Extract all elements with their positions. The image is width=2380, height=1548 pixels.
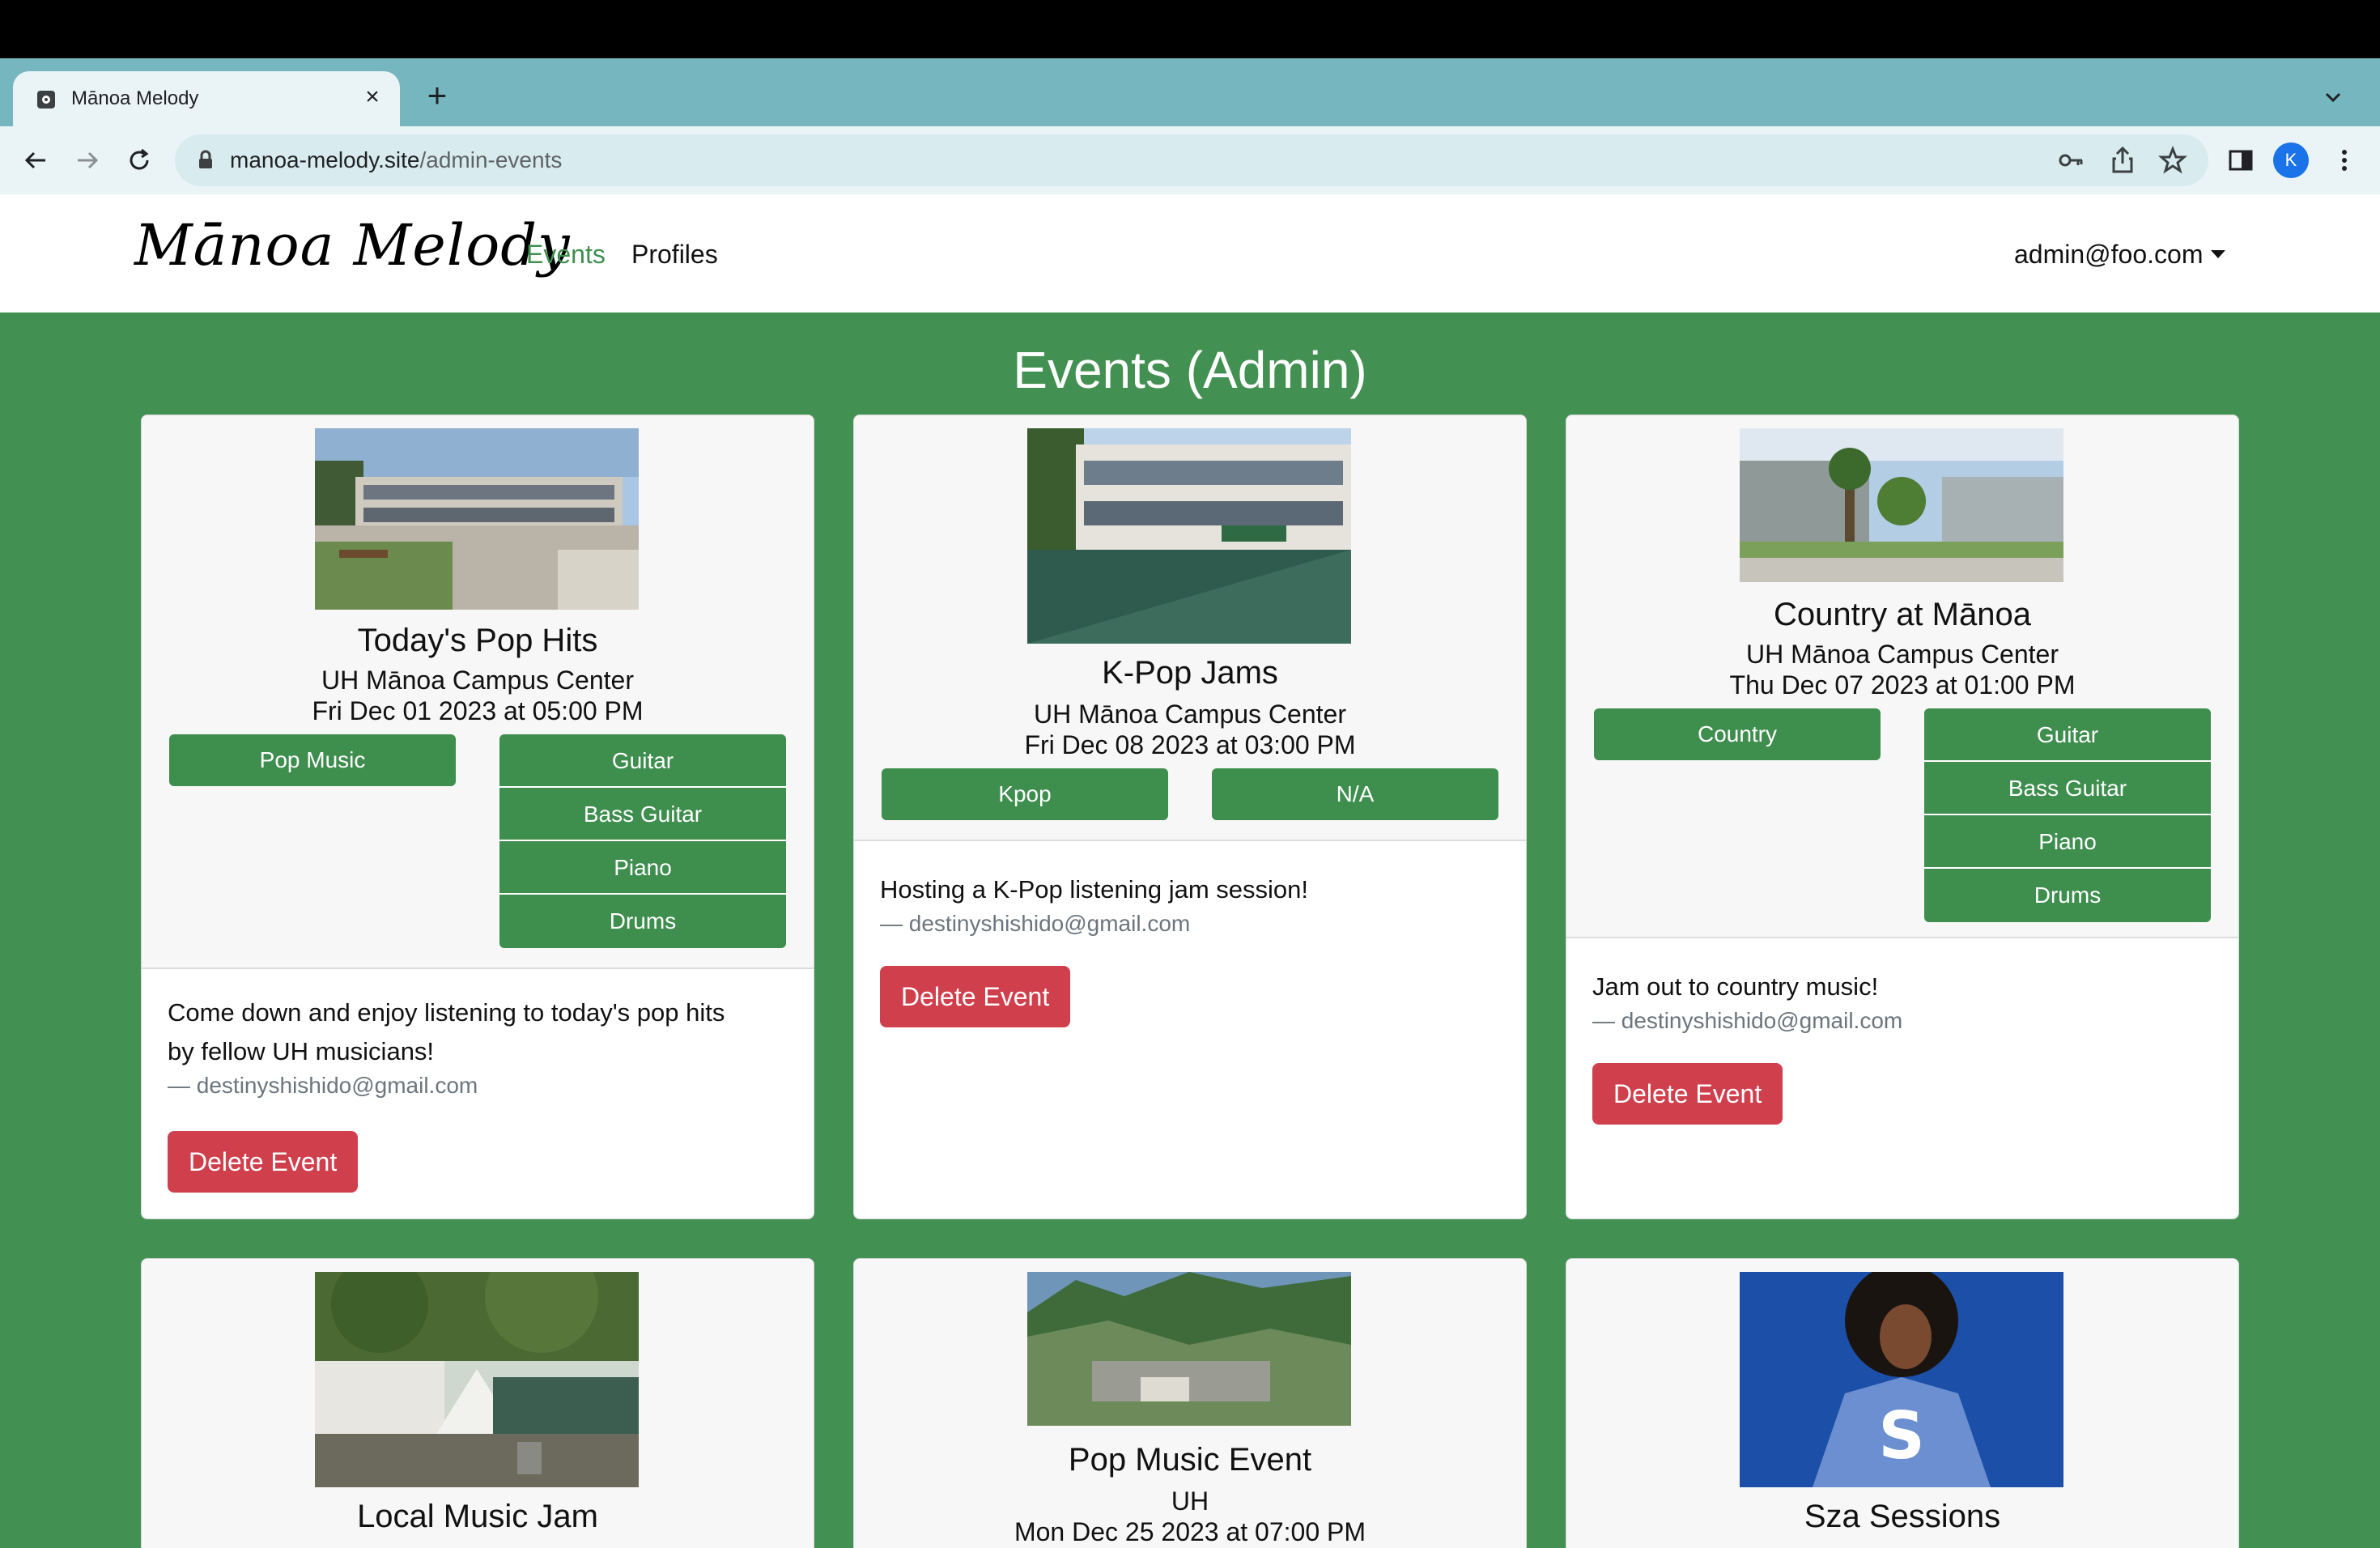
instrument-badge: N/A <box>1212 768 1498 820</box>
event-location: UH Mānoa Campus Center <box>1746 640 2059 669</box>
tab-title: Mānoa Melody <box>71 87 199 109</box>
event-title: K-Pop Jams <box>1102 655 1278 691</box>
instrument-badge: Drums <box>1924 869 2211 922</box>
event-card-header: S Sza Sessions <box>1566 1259 2238 1548</box>
event-title: Sza Sessions <box>1804 1499 2001 1534</box>
address-bar[interactable]: manoa-melody.site/admin-events <box>175 134 2208 186</box>
back-icon[interactable] <box>16 141 55 180</box>
instrument-badge: Bass Guitar <box>499 788 786 841</box>
genre-badge: Pop Music <box>169 734 456 786</box>
instrument-badge: Guitar <box>1924 708 2211 762</box>
window-top-bar <box>0 0 2380 58</box>
site-favicon-icon <box>37 91 55 108</box>
brand-logo[interactable]: Mānoa Melody <box>134 212 571 279</box>
forward-icon[interactable] <box>68 141 107 180</box>
tab-search-chevron-icon[interactable] <box>2318 83 2348 112</box>
page-content: Mānoa Melody Events Profiles admin@foo.c… <box>0 194 2380 1548</box>
nav-link-profiles[interactable]: Profiles <box>631 240 718 270</box>
instrument-badge: Drums <box>499 895 786 948</box>
tab-strip: Mānoa Melody × + <box>0 58 2380 126</box>
event-location: UH Mānoa Campus Center <box>321 666 634 695</box>
event-image <box>315 428 639 610</box>
event-card: Today's Pop Hits UH Mānoa Campus Center … <box>141 415 814 1219</box>
delete-event-button[interactable]: Delete Event <box>168 1131 359 1193</box>
event-datetime: Fri Dec 08 2023 at 03:00 PM <box>1024 730 1356 759</box>
event-author: — destinyshishido@gmail.com <box>880 911 1191 936</box>
event-card-header: K-Pop Jams UH Mānoa Campus Center Fri De… <box>854 415 1526 841</box>
event-image <box>1740 428 2063 582</box>
delete-event-button[interactable]: Delete Event <box>880 966 1071 1027</box>
event-location: UH <box>1171 1486 1209 1516</box>
event-image: S <box>1740 1272 2063 1487</box>
page-title: Events (Admin) <box>1013 341 1367 399</box>
event-location: UH Mānoa Campus Center <box>1034 700 1346 729</box>
event-datetime: Fri Dec 01 2023 at 05:00 PM <box>312 696 644 725</box>
caret-down-icon <box>2211 249 2226 258</box>
side-panel-icon[interactable] <box>2221 141 2260 180</box>
bookmark-star-icon[interactable] <box>2158 146 2187 175</box>
instrument-badge: Guitar <box>499 734 786 788</box>
url-text[interactable]: manoa-melody.site/admin-events <box>230 147 562 173</box>
event-card: Country at Mānoa UH Mānoa Campus Center … <box>1566 415 2239 1219</box>
instrument-badge: Piano <box>499 841 786 895</box>
event-description: Jam out to country music! <box>1592 972 1879 1001</box>
genre-badge: Kpop <box>882 768 1168 820</box>
event-description: Hosting a K-Pop listening jam session! <box>880 875 1308 904</box>
browser-toolbar: manoa-melody.site/admin-events K <box>0 126 2380 194</box>
instrument-badge: Bass Guitar <box>1924 762 2211 815</box>
lock-icon[interactable] <box>194 149 217 172</box>
nav-link-events[interactable]: Events <box>526 240 606 270</box>
instrument-list: Guitar Bass Guitar Piano Drums <box>1924 708 2211 922</box>
close-tab-icon[interactable]: × <box>358 83 387 112</box>
event-image <box>1027 428 1351 644</box>
browser-menu-icon[interactable] <box>2325 141 2364 180</box>
event-author: — destinyshishido@gmail.com <box>168 1073 478 1098</box>
event-title: Today's Pop Hits <box>357 623 598 658</box>
user-menu-dropdown[interactable]: admin@foo.com <box>2014 240 2226 270</box>
new-tab-icon[interactable]: + <box>421 79 453 113</box>
event-title: Country at Mānoa <box>1774 597 2031 632</box>
delete-event-button[interactable]: Delete Event <box>1592 1063 1783 1125</box>
share-icon[interactable] <box>2108 146 2137 175</box>
profile-avatar[interactable]: K <box>2273 142 2309 178</box>
event-card-header: Country at Mānoa UH Mānoa Campus Center … <box>1566 415 2238 938</box>
event-image <box>315 1272 639 1487</box>
svg-text:S: S <box>1878 1398 1925 1474</box>
event-description: Come down and enjoy listening to today's… <box>168 998 725 1065</box>
event-title: Local Music Jam <box>357 1499 598 1534</box>
site-navbar: Mānoa Melody Events Profiles admin@foo.c… <box>0 194 2380 313</box>
event-card-header: Today's Pop Hits UH Mānoa Campus Center … <box>142 415 814 969</box>
event-datetime: Mon Dec 25 2023 at 07:00 PM <box>1014 1517 1366 1546</box>
instrument-list: Guitar Bass Guitar Piano Drums <box>499 734 786 948</box>
event-image <box>1027 1272 1351 1426</box>
event-card: Pop Music Event UH Mon Dec 25 2023 at 07… <box>853 1258 1527 1548</box>
event-card: Local Music Jam <box>141 1258 814 1548</box>
key-icon[interactable] <box>2056 146 2085 175</box>
event-datetime: Thu Dec 07 2023 at 01:00 PM <box>1729 670 2076 700</box>
event-card: K-Pop Jams UH Mānoa Campus Center Fri De… <box>853 415 1527 1219</box>
event-title: Pop Music Event <box>1068 1442 1312 1478</box>
event-card-header: Local Music Jam <box>142 1259 814 1548</box>
event-author: — destinyshishido@gmail.com <box>1592 1008 1903 1033</box>
event-card-header: Pop Music Event UH Mon Dec 25 2023 at 07… <box>854 1259 1526 1548</box>
instrument-badge: Piano <box>1924 815 2211 869</box>
event-card: S Sza Sessions <box>1566 1258 2239 1548</box>
reload-icon[interactable] <box>120 141 159 180</box>
genre-badge: Country <box>1594 708 1881 760</box>
browser-tab[interactable]: Mānoa Melody × <box>13 71 400 126</box>
